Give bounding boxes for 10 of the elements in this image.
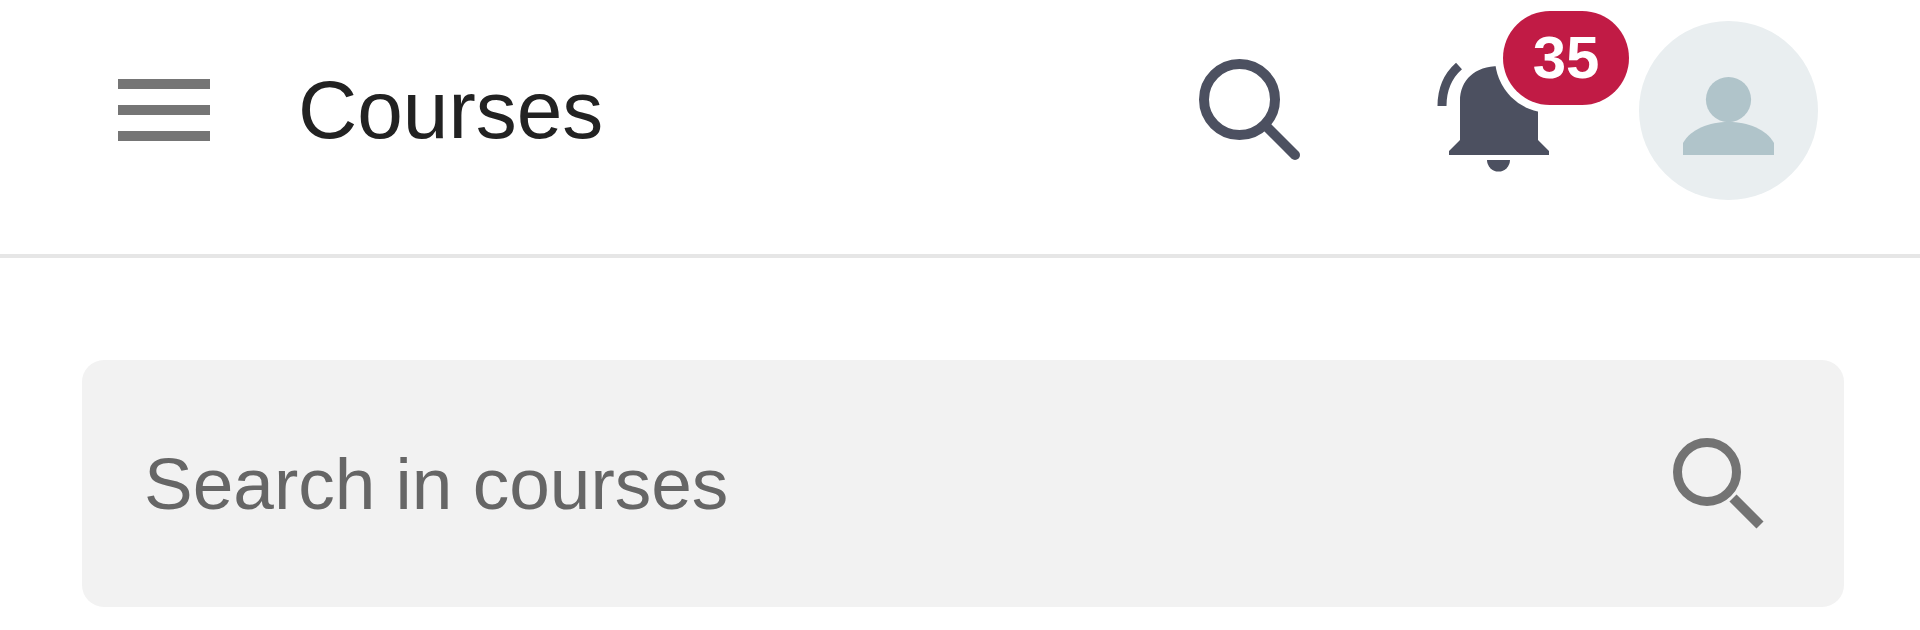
notifications-button[interactable]: 35 xyxy=(1437,11,1629,172)
notification-count-badge: 35 xyxy=(1503,11,1629,105)
search-icon xyxy=(1199,59,1301,161)
menu-button[interactable] xyxy=(118,79,210,141)
search-icon xyxy=(1673,438,1764,529)
menu-icon xyxy=(118,79,210,141)
person-icon xyxy=(1683,76,1774,156)
page-title: Courses xyxy=(298,62,604,157)
search-button[interactable] xyxy=(1199,59,1301,161)
search-field[interactable]: Search in courses xyxy=(82,360,1844,607)
